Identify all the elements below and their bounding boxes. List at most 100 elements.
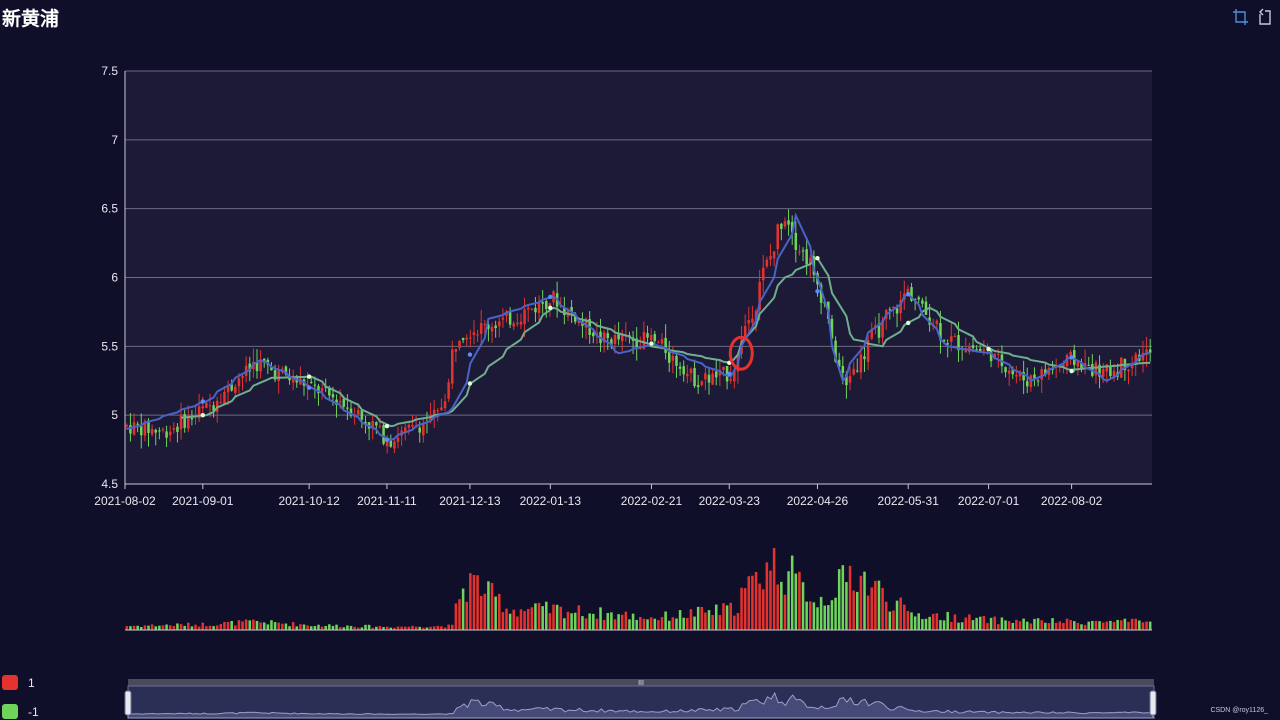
candle-body: [982, 349, 986, 351]
volume-bar: [686, 617, 689, 630]
volume-bar: [584, 618, 588, 630]
candle-body: [176, 426, 179, 432]
candle-body: [696, 385, 700, 388]
volume-bar: [845, 582, 848, 630]
volume-bar: [179, 624, 183, 630]
candle-body: [523, 309, 526, 324]
volume-bar: [903, 604, 906, 630]
candle-body: [859, 354, 863, 373]
volume-bar: [1065, 618, 1069, 630]
volume-bar: [1112, 621, 1116, 630]
volume-bar: [892, 610, 895, 630]
volume-bar: [743, 588, 747, 630]
volume-bar: [328, 624, 331, 630]
volume-bar: [1091, 620, 1094, 630]
candle-body: [454, 348, 458, 352]
volume-bar: [570, 613, 573, 630]
volume-bar: [675, 618, 678, 630]
slider-right-handle[interactable]: [1149, 690, 1157, 716]
volume-bar: [306, 625, 309, 630]
volume-bar: [454, 603, 458, 630]
ma-fast-marker: [548, 294, 553, 299]
candle-body: [1036, 380, 1040, 382]
volume-bar: [252, 619, 255, 630]
candle-body: [140, 426, 143, 436]
x-tick-label: 2022-03-23: [699, 494, 761, 508]
volume-bar: [704, 612, 707, 630]
candle-body: [526, 307, 530, 310]
volume-bar: [769, 570, 772, 630]
candle-body: [787, 220, 790, 225]
volume-bar: [147, 625, 150, 630]
volume-bar: [161, 625, 165, 630]
volume-bar: [273, 622, 277, 630]
ma-slow-marker: [815, 256, 820, 261]
volume-bar: [816, 607, 819, 630]
volume-bar: [331, 625, 335, 630]
volume-bar: [483, 593, 487, 630]
volume-bar: [259, 622, 262, 630]
ma-fast-marker: [467, 352, 473, 357]
candle-body: [360, 409, 364, 420]
candle-body: [331, 394, 335, 398]
candle-body: [125, 425, 129, 427]
candle-body: [765, 259, 769, 267]
slider-left-handle[interactable]: [124, 690, 132, 716]
candle-body: [476, 334, 479, 336]
candle-body: [136, 423, 139, 425]
legend-item-up[interactable]: 1: [2, 675, 35, 690]
volume-bar: [928, 616, 931, 630]
watermark: CSDN @roy1126_: [1210, 707, 1268, 714]
legend-item-down[interactable]: -1: [2, 704, 39, 719]
candle-body: [281, 368, 284, 370]
volume-bar: [172, 626, 176, 630]
volume-bar: [758, 583, 761, 630]
candle-body: [255, 362, 259, 371]
y-tick-label: 5: [111, 408, 118, 422]
candle-body: [396, 437, 400, 442]
candle-body: [158, 430, 161, 432]
candle-body: [1025, 381, 1029, 387]
volume-bar: [1051, 618, 1054, 630]
volume-bar: [924, 618, 928, 630]
volume-bar: [519, 609, 523, 630]
volume-bar: [541, 606, 544, 630]
volume-bar: [772, 548, 776, 630]
volume-bar: [848, 565, 852, 630]
candle-body: [606, 333, 610, 339]
volume-bar: [1130, 618, 1134, 630]
volume-bar: [787, 571, 790, 630]
candle-body: [917, 297, 921, 300]
volume-bar: [899, 597, 902, 630]
candle-body: [686, 373, 689, 377]
candle-body: [490, 326, 494, 332]
volume-bar: [881, 587, 884, 630]
volume-bar: [244, 619, 248, 630]
volume-bar: [414, 626, 418, 630]
candle-body: [190, 418, 194, 420]
volume-bar: [935, 613, 939, 630]
candle-body: [440, 407, 443, 410]
volume-bar: [143, 625, 147, 630]
volume-bar: [613, 619, 617, 630]
volume-bar: [436, 625, 440, 630]
candle-body: [132, 422, 136, 435]
candle-body: [537, 303, 541, 314]
volume-bar: [729, 602, 732, 630]
volume-bar: [1000, 617, 1004, 630]
volume-bar: [884, 601, 888, 630]
kline-chart: 4.5 5 5.5 6 6.5 7 7.5 2021-08-02 2021-09-01 2021-…: [94, 64, 1157, 719]
candle-body: [183, 414, 186, 428]
volume-bar: [411, 625, 414, 630]
volume-bar: [1138, 620, 1141, 630]
volume-bar: [602, 619, 606, 630]
candle-body: [950, 336, 953, 342]
y-tick-label: 7: [111, 133, 118, 147]
y-tick-label: 7.5: [101, 64, 118, 78]
volume-bar: [309, 626, 313, 630]
candle-body: [534, 307, 537, 313]
candle-body: [711, 373, 714, 385]
volume-bar: [1083, 624, 1087, 630]
candle-body: [208, 405, 212, 407]
volume-bar: [946, 611, 949, 630]
